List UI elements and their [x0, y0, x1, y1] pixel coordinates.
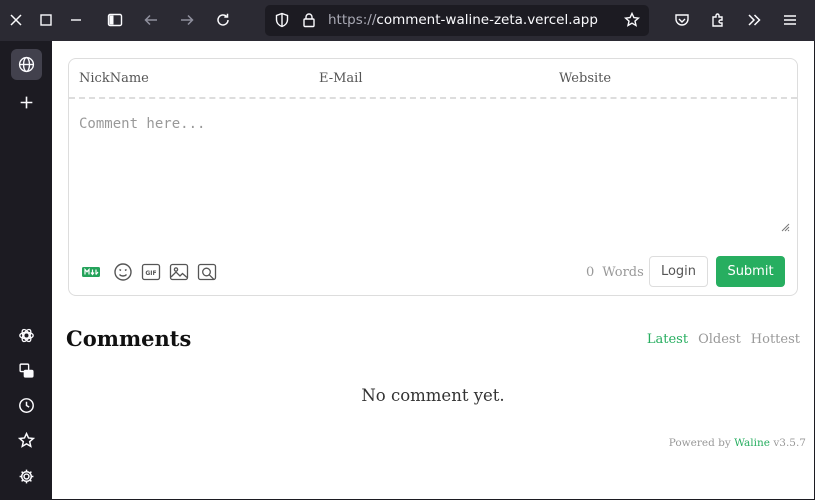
comments-heading: Comments: [66, 326, 192, 351]
forward-arrow-icon[interactable]: [173, 6, 201, 34]
bookmark-star-icon[interactable]: [623, 11, 641, 29]
globe-icon[interactable]: [11, 49, 42, 80]
minimize-icon[interactable]: [62, 6, 90, 34]
word-counter: 0 Words: [586, 265, 644, 280]
bookmarks-star-icon[interactable]: [11, 425, 42, 456]
tracking-shield-icon[interactable]: [274, 12, 291, 29]
sort-tab-latest[interactable]: Latest: [647, 332, 688, 347]
powered-by-label: Powered by: [668, 437, 731, 449]
web-page: NickName E-Mail Website Comment here... …: [52, 41, 814, 499]
plus-icon[interactable]: [11, 87, 42, 118]
preview-icon[interactable]: [197, 262, 217, 282]
close-icon[interactable]: [2, 6, 30, 34]
back-arrow-icon[interactable]: [137, 6, 165, 34]
lock-icon[interactable]: [301, 12, 318, 29]
pocket-icon[interactable]: [668, 6, 696, 34]
settings-gear-icon[interactable]: [11, 461, 42, 492]
image-upload-icon[interactable]: [169, 262, 189, 282]
overflow-chevrons-icon[interactable]: [740, 6, 768, 34]
waline-link[interactable]: Waline: [734, 437, 770, 449]
sort-tab-oldest[interactable]: Oldest: [698, 332, 741, 347]
synced-tabs-icon[interactable]: [11, 355, 42, 386]
extensions-icon[interactable]: [704, 6, 732, 34]
address-bar[interactable]: https://comment-waline-zeta.vercel.app: [265, 5, 649, 36]
comment-meta-fields: NickName E-Mail Website: [69, 59, 797, 99]
comment-form: NickName E-Mail Website Comment here... …: [68, 58, 798, 296]
empty-comments-message: No comment yet.: [361, 386, 505, 405]
browser-sidebar: [0, 41, 52, 500]
chatgpt-icon[interactable]: [11, 320, 42, 351]
maximize-icon[interactable]: [32, 6, 60, 34]
gif-icon[interactable]: GIF: [141, 262, 161, 282]
website-field[interactable]: Website: [559, 71, 611, 86]
history-icon[interactable]: [11, 390, 42, 421]
comment-actions: GIF 0 Words Login Submit: [69, 255, 797, 289]
resize-grip-icon[interactable]: [780, 222, 790, 232]
svg-text:GIF: GIF: [145, 270, 156, 277]
nickname-field[interactable]: NickName: [79, 71, 149, 86]
sidebar-toggle-icon[interactable]: [101, 6, 129, 34]
hamburger-menu-icon[interactable]: [776, 6, 804, 34]
sort-tabs: Latest Oldest Hottest: [637, 332, 800, 347]
reload-icon[interactable]: [209, 6, 237, 34]
submit-button[interactable]: Submit: [716, 256, 785, 287]
sort-tab-hottest[interactable]: Hottest: [751, 332, 800, 347]
powered-by-footer: Powered by Waline v3.5.7: [669, 437, 806, 449]
browser-toolbar: https://comment-waline-zeta.vercel.app: [0, 0, 815, 41]
markdown-icon[interactable]: [81, 262, 101, 282]
email-field[interactable]: E-Mail: [319, 71, 363, 86]
url-text[interactable]: https://comment-waline-zeta.vercel.app: [328, 12, 598, 28]
version-label: v3.5.7: [773, 437, 806, 449]
emoji-icon[interactable]: [113, 262, 133, 282]
comment-textarea[interactable]: Comment here...: [79, 116, 205, 132]
login-button[interactable]: Login: [649, 256, 708, 287]
